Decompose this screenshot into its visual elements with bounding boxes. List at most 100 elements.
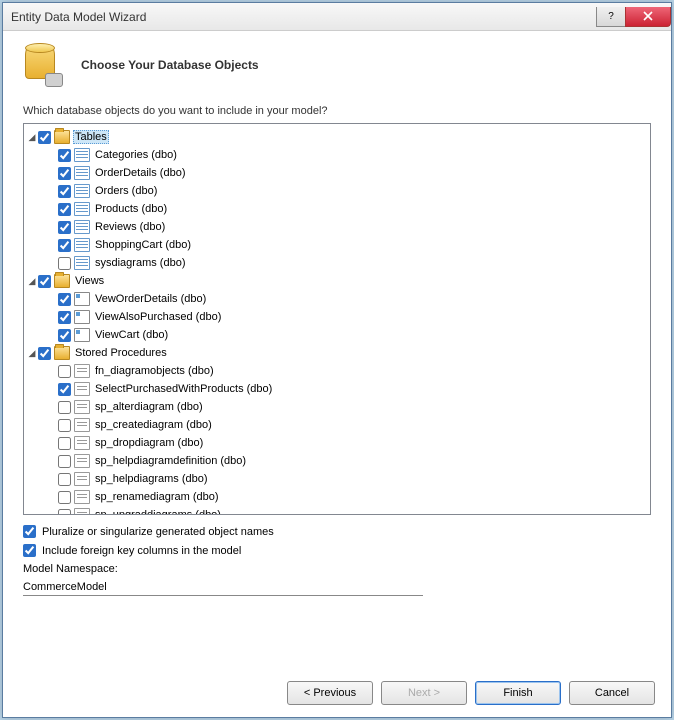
tree-item-label[interactable]: sp_dropdiagram (dbo) [93,437,205,449]
checkbox-views[interactable] [38,275,51,288]
tree-item[interactable]: Products (dbo) [26,200,648,218]
checkbox-item[interactable] [58,419,71,432]
tree-item-label[interactable]: sysdiagrams (dbo) [93,257,187,269]
expander-icon[interactable]: ◢ [26,131,38,143]
tree-item[interactable]: VewOrderDetails (dbo) [26,290,648,308]
cancel-button[interactable]: Cancel [569,681,655,705]
checkbox-item[interactable] [58,491,71,504]
checkbox-item[interactable] [58,383,71,396]
tree-item[interactable]: ViewCart (dbo) [26,326,648,344]
tree-item-label[interactable]: sp_alterdiagram (dbo) [93,401,205,413]
wizard-window: Entity Data Model Wizard ? Choose Your D… [2,2,672,718]
checkbox-item[interactable] [58,365,71,378]
tree-item-label[interactable]: sp_upgraddiagrams (dbo) [93,509,223,515]
sp-icon [74,364,90,378]
tree-item-label[interactable]: sp_renamediagram (dbo) [93,491,221,503]
tree-item[interactable]: sysdiagrams (dbo) [26,254,648,272]
sp-icon [74,490,90,504]
tree-item[interactable]: Orders (dbo) [26,182,648,200]
prompt-text: Which database objects do you want to in… [23,105,651,117]
tree-node-tables[interactable]: ◢ Tables [26,128,648,146]
tree-item-label[interactable]: ShoppingCart (dbo) [93,239,193,251]
checkbox-item[interactable] [58,203,71,216]
checkbox-tables[interactable] [38,131,51,144]
table-icon [74,256,90,270]
view-icon [74,328,90,342]
tree-item-label[interactable]: Products (dbo) [93,203,169,215]
checkbox-foreign-keys[interactable] [23,544,36,557]
tree-item[interactable]: sp_helpdiagrams (dbo) [26,470,648,488]
tree-label[interactable]: Stored Procedures [73,347,169,359]
tree-item[interactable]: fn_diagramobjects (dbo) [26,362,648,380]
expander-icon[interactable]: ◢ [26,347,38,359]
view-icon [74,292,90,306]
tree-item[interactable]: Categories (dbo) [26,146,648,164]
tree-item[interactable]: Reviews (dbo) [26,218,648,236]
checkbox-item[interactable] [58,185,71,198]
tree-item-label[interactable]: sp_helpdiagramdefinition (dbo) [93,455,248,467]
tree-item[interactable]: ViewAlsoPurchased (dbo) [26,308,648,326]
checkbox-item[interactable] [58,293,71,306]
checkbox-item[interactable] [58,329,71,342]
close-button[interactable] [625,7,671,27]
next-button: Next > [381,681,467,705]
tree-item[interactable]: sp_alterdiagram (dbo) [26,398,648,416]
help-button[interactable]: ? [596,7,626,27]
checkbox-item[interactable] [58,221,71,234]
checkbox-item[interactable] [58,311,71,324]
tree-item[interactable]: SelectPurchasedWithProducts (dbo) [26,380,648,398]
finish-button[interactable]: Finish [475,681,561,705]
tree-item-label[interactable]: ViewAlsoPurchased (dbo) [93,311,223,323]
sp-icon [74,418,90,432]
namespace-label: Model Namespace: [23,563,651,575]
tree-item-label[interactable]: sp_helpdiagrams (dbo) [93,473,210,485]
checkbox-sprocs[interactable] [38,347,51,360]
checkbox-item[interactable] [58,149,71,162]
folder-icon [54,346,70,360]
tree-label[interactable]: Tables [73,130,109,144]
checkbox-item[interactable] [58,401,71,414]
table-icon [74,166,90,180]
object-tree[interactable]: ◢ Tables Categories (dbo) OrderDetails (d… [23,123,651,515]
tree-item[interactable]: sp_creatediagram (dbo) [26,416,648,434]
tree-item-label[interactable]: Reviews (dbo) [93,221,167,233]
view-icon [74,310,90,324]
tree-item[interactable]: sp_upgraddiagrams (dbo) [26,506,648,515]
tree-item-label[interactable]: SelectPurchasedWithProducts (dbo) [93,383,274,395]
table-icon [74,220,90,234]
tree-item-label[interactable]: Orders (dbo) [93,185,159,197]
option-label: Include foreign key columns in the model [42,545,241,557]
sp-icon [74,436,90,450]
sp-icon [74,454,90,468]
wizard-footer: < Previous Next > Finish Cancel [3,669,671,717]
table-icon [74,184,90,198]
checkbox-item[interactable] [58,257,71,270]
checkbox-item[interactable] [58,437,71,450]
tree-label[interactable]: Views [73,275,106,287]
tree-item-label[interactable]: sp_creatediagram (dbo) [93,419,214,431]
tree-item[interactable]: sp_helpdiagramdefinition (dbo) [26,452,648,470]
checkbox-item[interactable] [58,509,71,516]
checkbox-item[interactable] [58,455,71,468]
checkbox-item[interactable] [58,167,71,180]
checkbox-pluralize[interactable] [23,525,36,538]
tree-item-label[interactable]: fn_diagramobjects (dbo) [93,365,216,377]
tree-item-label[interactable]: OrderDetails (dbo) [93,167,187,179]
tree-item-label[interactable]: Categories (dbo) [93,149,179,161]
window-title: Entity Data Model Wizard [11,10,597,24]
tree-item[interactable]: OrderDetails (dbo) [26,164,648,182]
sp-icon [74,400,90,414]
folder-icon [54,274,70,288]
tree-item-label[interactable]: ViewCart (dbo) [93,329,170,341]
checkbox-item[interactable] [58,473,71,486]
previous-button[interactable]: < Previous [287,681,373,705]
tree-node-sprocs[interactable]: ◢ Stored Procedures [26,344,648,362]
tree-node-views[interactable]: ◢ Views [26,272,648,290]
namespace-input[interactable] [23,579,423,596]
tree-item[interactable]: sp_dropdiagram (dbo) [26,434,648,452]
checkbox-item[interactable] [58,239,71,252]
expander-icon[interactable]: ◢ [26,275,38,287]
tree-item[interactable]: ShoppingCart (dbo) [26,236,648,254]
tree-item-label[interactable]: VewOrderDetails (dbo) [93,293,208,305]
tree-item[interactable]: sp_renamediagram (dbo) [26,488,648,506]
